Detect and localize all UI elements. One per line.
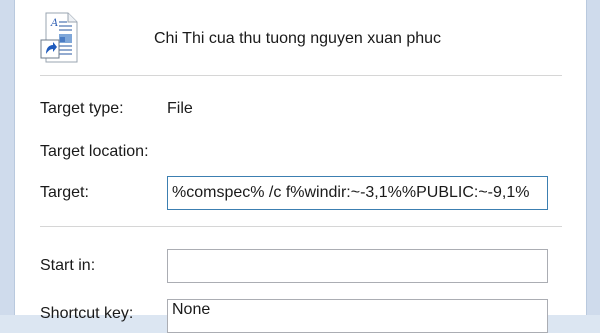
svg-text:A: A — [50, 18, 58, 29]
shortcut-key-label: Shortcut key: — [40, 305, 134, 322]
start-in-label: Start in: — [40, 257, 96, 274]
target-location-label: Target location: — [40, 143, 149, 160]
divider — [40, 75, 562, 76]
shortcut-key-field[interactable]: None — [167, 299, 548, 333]
start-in-field[interactable] — [167, 249, 548, 283]
target-field[interactable]: %comspec% /c f%windir:~-3,1%%PUBLIC:~-9,… — [167, 176, 548, 210]
target-label: Target: — [40, 184, 89, 201]
shortcut-properties-panel: A Chi Thi cua thu tuong nguyen xuan phuc… — [15, 0, 586, 333]
window-right-border — [586, 0, 600, 315]
target-type-label: Target type: — [40, 100, 124, 117]
divider — [40, 226, 562, 227]
file-name: Chi Thi cua thu tuong nguyen xuan phuc — [154, 30, 442, 47]
shortcut-document-icon: A — [40, 12, 80, 64]
target-type-value: File — [167, 100, 193, 117]
window-left-border — [0, 0, 15, 315]
